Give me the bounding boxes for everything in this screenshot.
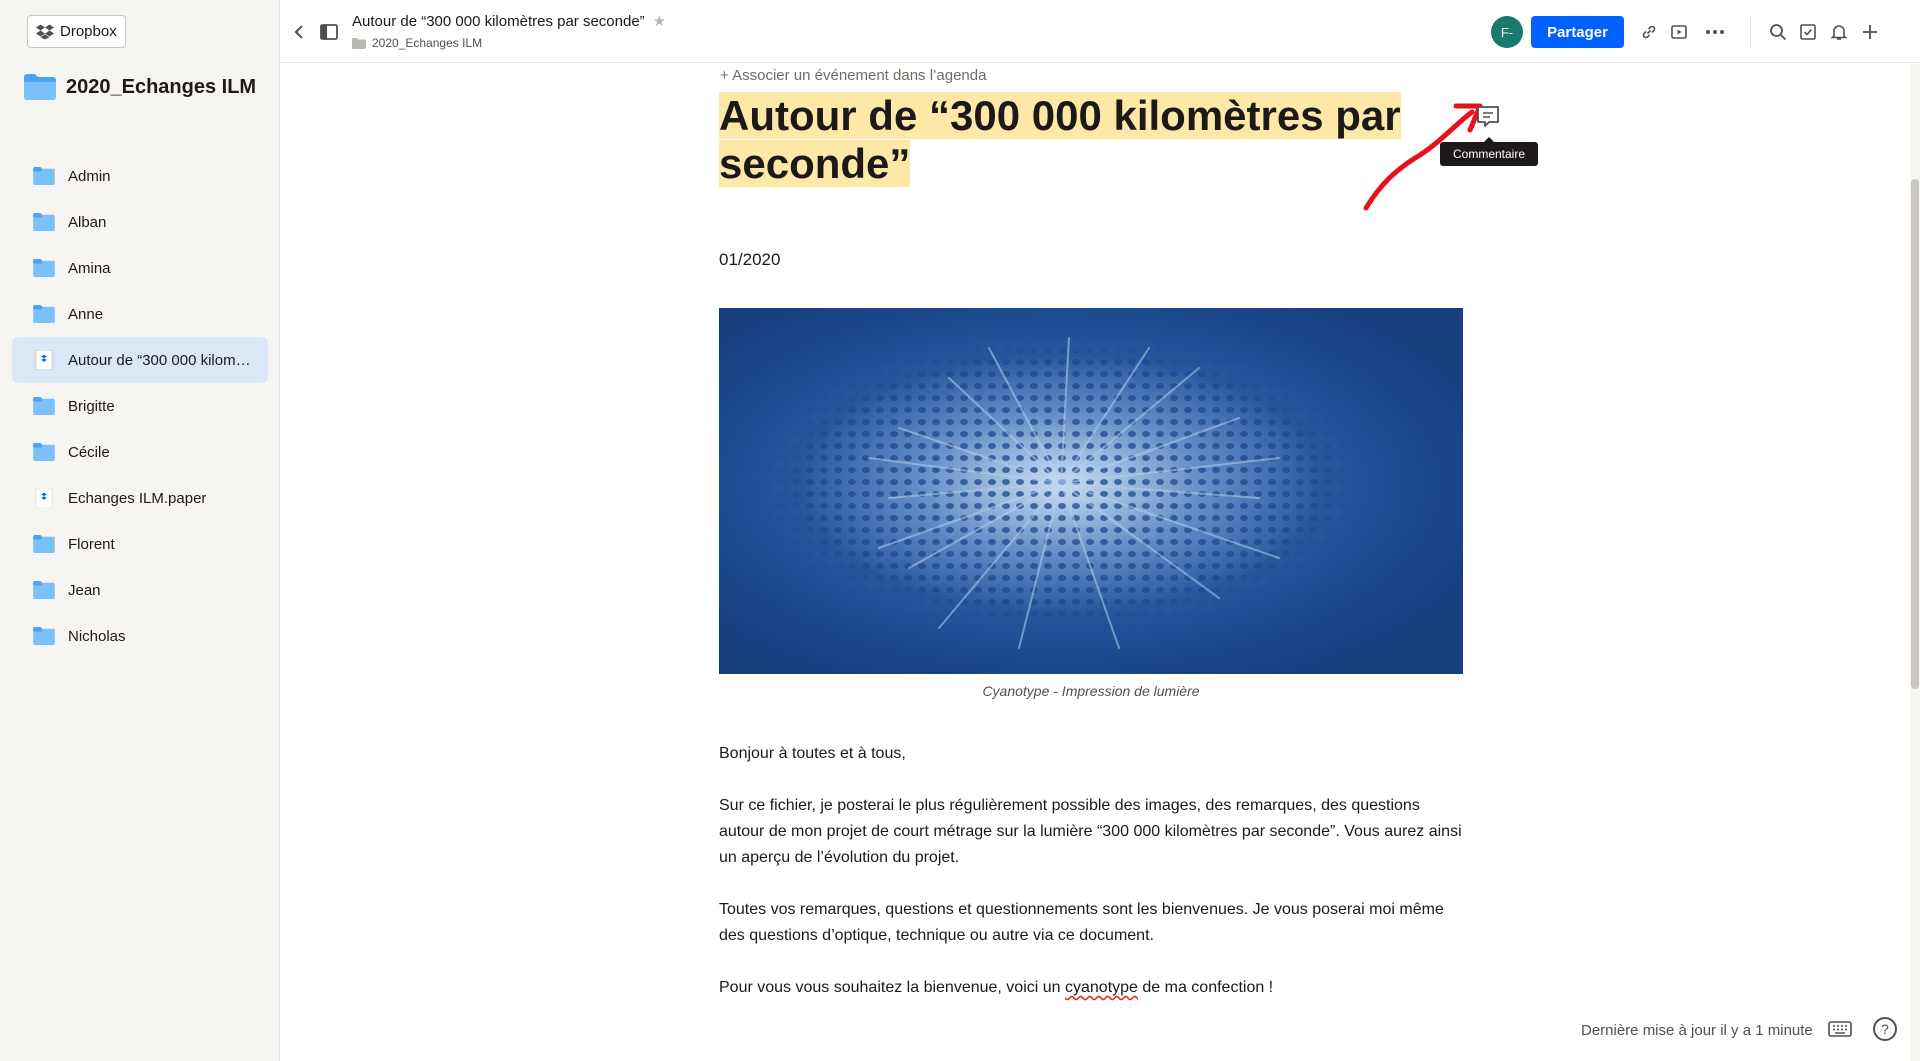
sidebar-item-label: Jean	[68, 581, 101, 599]
sidebar-item-current-paper[interactable]: Autour de “300 000 kilom…	[12, 337, 268, 383]
folder-icon	[352, 37, 366, 49]
add-calendar-event-link[interactable]: + Associer un événement dans l’agenda	[720, 67, 986, 84]
sidebar-item-admin[interactable]: Admin	[12, 153, 268, 199]
present-icon[interactable]	[1668, 21, 1690, 43]
keyboard-shortcuts-icon[interactable]	[1828, 1020, 1852, 1038]
sidebar-item-label: Florent	[68, 535, 115, 553]
paragraph-greeting[interactable]: Bonjour à toutes et à tous,	[719, 741, 1463, 767]
sidebar-item-label: Anne	[68, 305, 104, 323]
sidebar-item-florent[interactable]: Florent	[12, 521, 268, 567]
document-title[interactable]: Autour de “300 000 kilomètres par second…	[352, 13, 645, 30]
comment-icon[interactable]	[1475, 104, 1501, 130]
folder-icon	[24, 74, 56, 100]
folder-icon	[32, 304, 56, 324]
folder-icon	[32, 626, 56, 646]
top-bar: Autour de “300 000 kilomètres par second…	[281, 0, 1920, 63]
star-icon[interactable]: ★	[653, 12, 666, 30]
sidebar-item-label: Brigitte	[68, 397, 115, 415]
spellcheck-word[interactable]: cyanotype	[1065, 979, 1138, 996]
avatar[interactable]: F-	[1491, 16, 1523, 48]
sidebar-item-label: Admin	[68, 167, 111, 185]
more-icon[interactable]	[1704, 21, 1726, 43]
folder-icon	[32, 442, 56, 462]
document-title-bar: Autour de “300 000 kilomètres par second…	[352, 12, 666, 31]
welcome-text-start: Pour vous vous souhaitez la bienvenue, v…	[719, 979, 1065, 996]
sidebar-item-label: Echanges ILM.paper	[68, 489, 207, 507]
toolbar-divider	[1750, 16, 1751, 48]
folder-icon	[32, 212, 56, 232]
back-chevron-icon[interactable]	[291, 22, 307, 42]
sidebar-item-brigitte[interactable]: Brigitte	[12, 383, 268, 429]
checklist-icon[interactable]	[1797, 21, 1819, 43]
plus-icon[interactable]	[1859, 21, 1881, 43]
paragraph-intro[interactable]: Sur ce fichier, je posterai le plus régu…	[719, 793, 1463, 871]
vertical-scrollbar[interactable]	[1910, 64, 1920, 1061]
scrollbar-thumb[interactable]	[1911, 179, 1919, 689]
search-icon[interactable]	[1767, 21, 1789, 43]
heading-line-2: seconde”	[719, 140, 911, 187]
current-folder-title[interactable]: 2020_Echanges ILM	[24, 74, 256, 100]
heading-line-1: Autour de “300 000 kilomètres par	[719, 92, 1401, 139]
paper-doc-icon	[32, 488, 56, 508]
share-button[interactable]: Partager	[1531, 16, 1624, 48]
document-date[interactable]: 01/2020	[719, 250, 780, 270]
help-icon[interactable]: ?	[1873, 1017, 1897, 1041]
sidebar-item-echanges-paper[interactable]: Echanges ILM.paper	[12, 475, 268, 521]
paragraph-remarks[interactable]: Toutes vos remarques, questions et quest…	[719, 897, 1463, 949]
breadcrumb[interactable]: 2020_Echanges ILM	[352, 36, 482, 50]
dropbox-home-button[interactable]: Dropbox	[27, 15, 126, 48]
document-heading[interactable]: Autour de “300 000 kilomètres par seconde…	[719, 92, 1439, 188]
last-updated-status: Dernière mise à jour il y a 1 minute	[1581, 1022, 1813, 1039]
sidebar-item-cecile[interactable]: Cécile	[12, 429, 268, 475]
cyanotype-image[interactable]	[719, 308, 1463, 674]
sidebar-file-list: Admin Alban Amina Anne Autour de “300 00…	[12, 153, 268, 659]
sidebar-item-label: Alban	[68, 213, 107, 231]
paper-doc-icon	[32, 350, 56, 370]
image-caption: Cyanotype - Impression de lumière	[982, 683, 1200, 699]
sidebar-item-alban[interactable]: Alban	[12, 199, 268, 245]
toggle-sidebar-icon[interactable]	[319, 22, 339, 42]
folder-icon	[32, 534, 56, 554]
folder-icon	[32, 396, 56, 416]
sidebar: Dropbox 2020_Echanges ILM Admin Alban Am…	[0, 0, 280, 1061]
dropbox-label: Dropbox	[60, 23, 117, 40]
welcome-text-end: de ma confection !	[1137, 979, 1274, 996]
folder-icon	[32, 166, 56, 186]
cyanotype-artwork	[719, 308, 1463, 674]
app-window: Dropbox 2020_Echanges ILM Admin Alban Am…	[0, 0, 1920, 1061]
breadcrumb-folder: 2020_Echanges ILM	[372, 36, 483, 50]
sidebar-item-jean[interactable]: Jean	[12, 567, 268, 613]
sidebar-item-label: Nicholas	[68, 627, 126, 645]
folder-title-label: 2020_Echanges ILM	[66, 75, 257, 98]
folder-icon	[32, 580, 56, 600]
sidebar-item-amina[interactable]: Amina	[12, 245, 268, 291]
sidebar-item-label: Amina	[68, 259, 111, 277]
paragraph-welcome[interactable]: Pour vous vous souhaitez la bienvenue, v…	[719, 975, 1463, 1001]
bell-icon[interactable]	[1828, 21, 1850, 43]
sidebar-item-anne[interactable]: Anne	[12, 291, 268, 337]
sidebar-item-label: Autour de “300 000 kilom…	[68, 351, 251, 369]
sidebar-item-nicholas[interactable]: Nicholas	[12, 613, 268, 659]
folder-icon	[32, 258, 56, 278]
sidebar-item-label: Cécile	[68, 443, 110, 461]
comment-tooltip: Commentaire	[1440, 137, 1538, 166]
link-icon[interactable]	[1638, 21, 1660, 43]
dropbox-logo-icon	[36, 24, 54, 39]
